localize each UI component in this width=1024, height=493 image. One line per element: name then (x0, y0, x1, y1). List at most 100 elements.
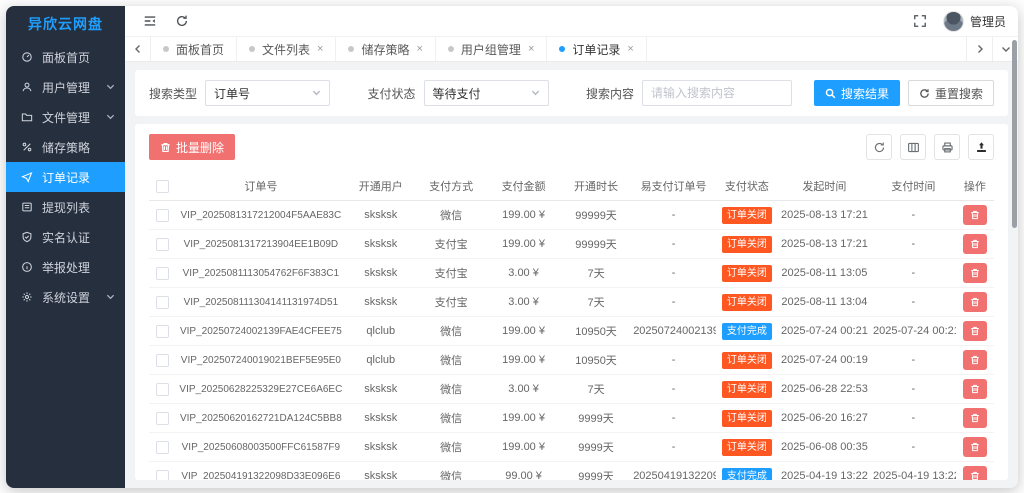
cell-order-no: VIP_2025081317212004F5AAE83C (176, 200, 346, 230)
batch-delete-button[interactable]: 批量删除 (149, 134, 236, 160)
cell-duration: 9999天 (560, 432, 632, 462)
sidebar-item-files[interactable]: 文件管理 (6, 102, 125, 132)
delete-row-button[interactable] (962, 321, 987, 341)
cell-order-no: VIP_20250620162721DA124C5BB8 (176, 403, 346, 433)
row-checkbox[interactable] (156, 382, 170, 396)
tab-close-icon[interactable]: × (317, 43, 323, 55)
cell-duration: 7天 (560, 258, 632, 288)
refresh-table-button[interactable] (866, 134, 892, 160)
delete-row-button[interactable] (962, 379, 987, 399)
tab-dot (249, 46, 256, 52)
cell-actions (955, 461, 994, 480)
tab-label: 文件列表 (262, 42, 311, 57)
pay-status-select[interactable]: 等待支付 (423, 80, 549, 106)
cell-order-no: VIP_202504191322098D33E096E6 (176, 461, 346, 480)
row-checkbox[interactable] (156, 440, 170, 454)
table-row: VIP_20250620162721DA124C5BB8 sksksk 微信 199.… (149, 403, 994, 433)
column-header: 支付方式 (415, 172, 487, 201)
cell-status: 订单关闭 (715, 432, 778, 462)
cell-created-time: 2025-07-24 00:19 (777, 345, 872, 375)
tab-close-icon[interactable]: × (627, 43, 633, 55)
cell-status: 支付完成 (715, 461, 778, 480)
shield-icon (20, 230, 34, 244)
search-content-input[interactable] (641, 80, 792, 106)
column-header: 支付时间 (871, 172, 956, 201)
cell-status: 订单关闭 (715, 403, 778, 433)
admin-name[interactable]: 管理员 (970, 13, 1006, 30)
delete-row-button[interactable] (962, 292, 987, 312)
cell-duration: 7天 (560, 374, 632, 404)
tab-1[interactable]: 文件列表 × (237, 37, 337, 61)
tab-0[interactable]: 面板首页 (151, 37, 238, 61)
cell-duration: 9999天 (560, 403, 632, 433)
print-button[interactable] (934, 134, 960, 160)
tab-close-icon[interactable]: × (416, 43, 422, 55)
reset-search-button[interactable]: 重置搜索 (908, 80, 995, 106)
sidebar-item-settings[interactable]: 系统设置 (6, 282, 125, 312)
tab-dot (559, 46, 566, 52)
tabs-scroll-left-icon[interactable] (125, 37, 151, 61)
select-all-checkbox[interactable] (156, 179, 170, 193)
export-button[interactable] (968, 134, 994, 160)
scrollbar[interactable] (1012, 40, 1017, 228)
delete-row-button[interactable] (962, 234, 987, 254)
table-row: VIP_202508111304141131974D51 sksksk 支付宝 3.0… (149, 287, 994, 317)
sidebar-menu: 面板首页 用户管理 文件管理 储存策略 订单记录 提现列表 实名认证 举报处理 系统设置 (6, 42, 125, 488)
collapse-sidebar-icon[interactable] (139, 10, 161, 32)
table-row: VIP_2025081317213904EE1B09D sksksk 支付宝 199.… (149, 229, 994, 259)
tab-2[interactable]: 储存策略 × (336, 37, 436, 61)
cell-checkbox (149, 287, 177, 317)
sidebar-item-orders[interactable]: 订单记录 (6, 162, 125, 192)
trash-icon (970, 210, 980, 220)
status-badge: 支付完成 (721, 467, 772, 480)
row-checkbox[interactable] (156, 295, 170, 309)
cell-status: 订单关闭 (715, 200, 778, 230)
sidebar-item-withdraw[interactable]: 提现列表 (6, 192, 125, 222)
fullscreen-icon[interactable] (909, 10, 931, 32)
refresh-page-icon[interactable] (171, 10, 193, 32)
row-checkbox[interactable] (156, 208, 170, 222)
tab-close-icon[interactable]: × (528, 43, 534, 55)
row-checkbox[interactable] (156, 411, 170, 425)
cell-duration: 10950天 (560, 316, 632, 346)
cell-yipay-no: - (631, 200, 716, 230)
table-body: VIP_2025081317212004F5AAE83C sksksk 微信 199.… (149, 200, 994, 480)
print-icon (941, 141, 954, 154)
sidebar-item-dashboard[interactable]: 面板首页 (6, 42, 125, 72)
delete-row-button[interactable] (962, 466, 987, 480)
cell-user: sksksk (345, 258, 416, 288)
tab-dot (163, 46, 169, 52)
row-checkbox[interactable] (156, 353, 170, 367)
send-icon (20, 170, 34, 184)
search-type-select[interactable]: 订单号 (205, 80, 331, 106)
sidebar-item-users[interactable]: 用户管理 (6, 72, 125, 102)
delete-row-button[interactable] (962, 408, 987, 428)
search-panel: 搜索类型 订单号 支付状态 等待支付 搜索内容 请输入搜索内容 搜索结果 重置搜… (135, 70, 1008, 116)
row-checkbox[interactable] (156, 469, 170, 480)
dashboard-icon (20, 50, 34, 64)
delete-row-button[interactable] (962, 263, 987, 283)
column-header: 操作 (955, 172, 994, 201)
column-header: 支付状态 (715, 172, 778, 201)
delete-row-button[interactable] (962, 437, 987, 457)
avatar[interactable] (942, 10, 964, 32)
tab-3[interactable]: 用户组管理 × (435, 37, 548, 61)
pay-status-value: 等待支付 (432, 86, 481, 101)
sidebar-item-verify[interactable]: 实名认证 (6, 222, 125, 252)
cell-checkbox (149, 200, 177, 230)
row-checkbox[interactable] (156, 266, 170, 280)
trash-icon (970, 268, 980, 278)
column-header: 发起时间 (777, 172, 872, 201)
sidebar-item-report[interactable]: 举报处理 (6, 252, 125, 282)
delete-row-button[interactable] (962, 205, 987, 225)
row-checkbox[interactable] (156, 324, 170, 338)
column-settings-button[interactable] (900, 134, 926, 160)
delete-row-button[interactable] (962, 350, 987, 370)
main-area: 管理员 面板首页 文件列表 × 储存策略 × 用户组管理 × 订单记录 × 搜索类型 订单号 (125, 6, 1018, 488)
tabs-scroll-right-icon[interactable] (966, 37, 992, 61)
sidebar-item-storage[interactable]: 储存策略 (6, 132, 125, 162)
row-checkbox[interactable] (156, 237, 170, 251)
search-button[interactable]: 搜索结果 (813, 80, 900, 106)
tab-4[interactable]: 订单记录 × (547, 37, 647, 61)
cell-paid-time: 2025-04-19 13:22 (871, 461, 956, 480)
